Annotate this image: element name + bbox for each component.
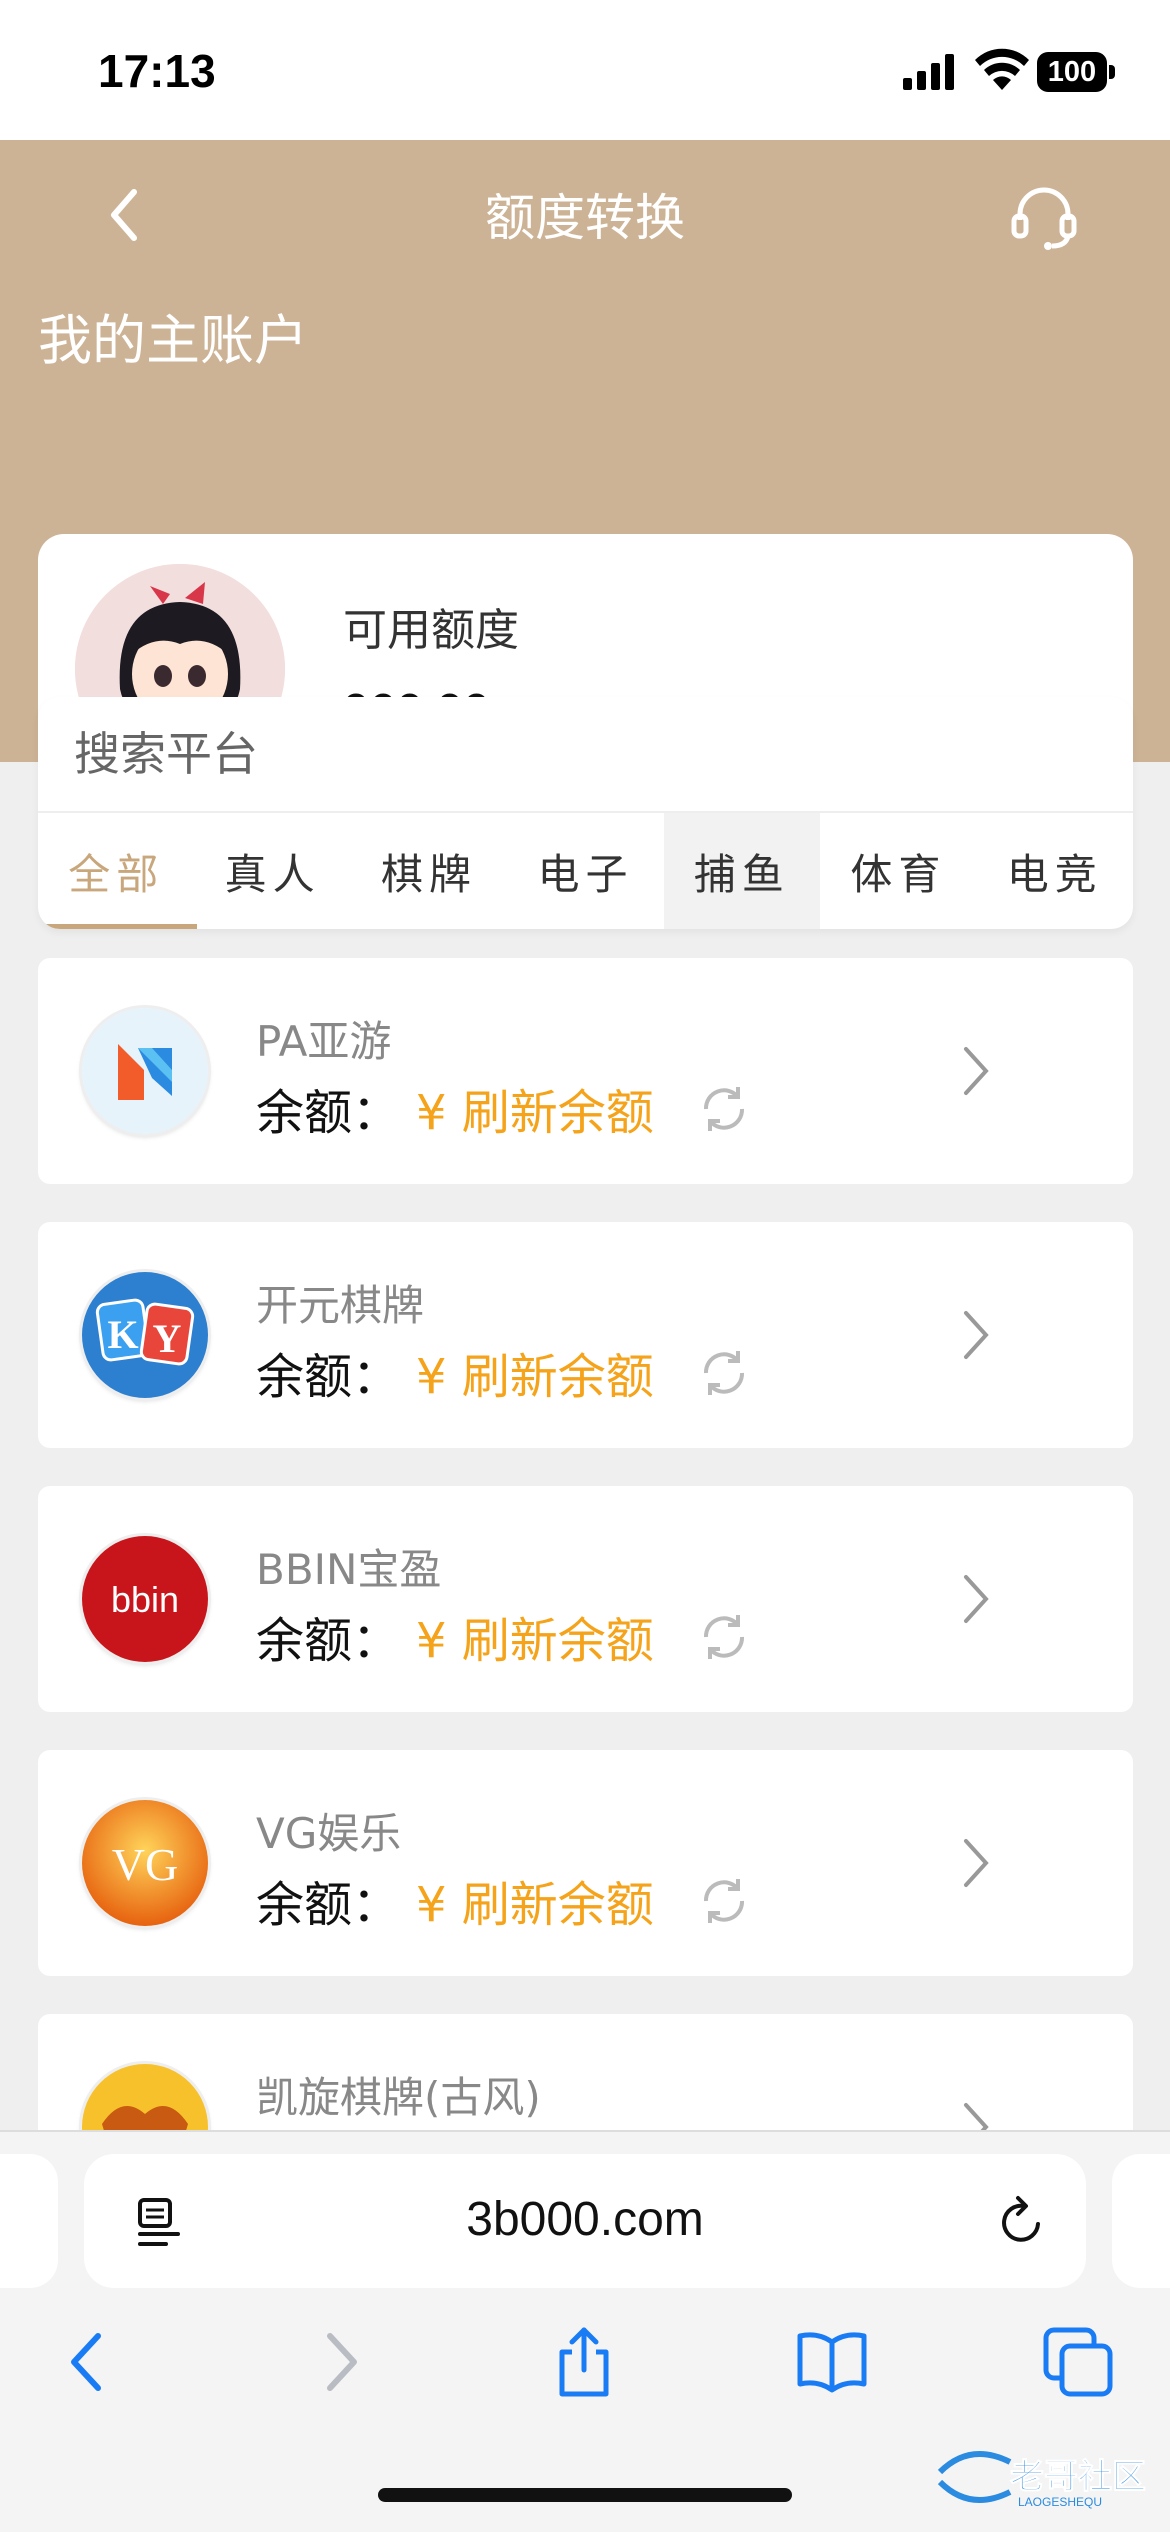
- platform-item-pa[interactable]: PA亚游 余额： ¥ 刷新余额: [38, 958, 1133, 1184]
- watermark-logo: 老哥社区 LAOGESHEQU: [937, 2451, 1147, 2509]
- platform-name: PA亚游: [256, 1017, 392, 1066]
- ky-logo-icon: K Y: [82, 1272, 208, 1398]
- bbin-logo-icon: bbin: [82, 1536, 208, 1662]
- main-account-label: 我的主账户: [38, 309, 308, 372]
- chevron-right-icon: [964, 1575, 989, 1623]
- platform-name: VG娱乐: [256, 1809, 402, 1858]
- platform-item-bbin[interactable]: bbin BBIN宝盈 余额： ¥ 刷新余额: [38, 1486, 1133, 1712]
- refresh-balance-link[interactable]: ¥ 刷新余额: [416, 1601, 654, 1671]
- search-platform-input[interactable]: [38, 697, 1133, 811]
- tab-fishing[interactable]: 捕鱼: [663, 813, 821, 929]
- address-bar[interactable]: 3b000.com: [84, 2154, 1086, 2288]
- svg-text:LAOGESHEQU: LAOGESHEQU: [1018, 2495, 1102, 2509]
- svg-text:Y: Y: [153, 1316, 182, 1361]
- reload-icon[interactable]: [994, 2194, 1050, 2250]
- status-time: 17:13: [98, 45, 216, 97]
- refresh-balance-link[interactable]: ¥ 刷新余额: [416, 1073, 654, 1143]
- refresh-icon[interactable]: [696, 1081, 752, 1137]
- tab-sports[interactable]: 体育: [820, 813, 976, 929]
- browser-forward-icon[interactable]: [304, 2326, 376, 2398]
- refresh-balance-link[interactable]: ¥ 刷新余额: [416, 1865, 654, 1935]
- next-tab-preview[interactable]: [1112, 2154, 1170, 2288]
- chevron-right-icon: [964, 1839, 989, 1887]
- svg-text:bbin: bbin: [111, 1579, 179, 1620]
- platform-item-ky[interactable]: K Y 开元棋牌 余额： ¥ 刷新余额: [38, 1222, 1133, 1448]
- wifi-icon: [975, 48, 1029, 90]
- balance-label: 余额：: [256, 1877, 401, 1933]
- tabs-icon[interactable]: [1042, 2326, 1114, 2398]
- tab-chess-cards[interactable]: 棋牌: [351, 813, 507, 929]
- balance-label: 余额：: [256, 1085, 401, 1141]
- tab-slots[interactable]: 电子: [507, 813, 663, 929]
- category-tabs: 全部 真人 棋牌 电子 捕鱼 体育 电竞: [38, 813, 1133, 929]
- tab-live[interactable]: 真人: [194, 813, 350, 929]
- platform-filter-card: 全部 真人 棋牌 电子 捕鱼 体育 电竞: [38, 697, 1133, 929]
- tab-esports[interactable]: 电竞: [977, 813, 1133, 929]
- battery-level: 100: [1037, 52, 1107, 92]
- kaixuan-logo-icon: [82, 2064, 208, 2130]
- refresh-icon[interactable]: [696, 1345, 752, 1401]
- status-bar: 17:13 100: [0, 0, 1170, 140]
- chevron-right-icon: [964, 1047, 989, 1095]
- refresh-balance-link[interactable]: ¥ 刷新余额: [416, 1337, 654, 1407]
- available-balance-label: 可用额度: [343, 605, 519, 656]
- previous-tab-preview[interactable]: [0, 2154, 58, 2288]
- platform-item-kaixuan[interactable]: 凯旋棋牌(古风): [38, 2014, 1133, 2130]
- vg-logo-icon: VG: [82, 1800, 208, 1926]
- browser-toolbar: 老哥社区 LAOGESHEQU: [0, 2302, 1170, 2532]
- page-title: 额度转换: [485, 189, 685, 247]
- refresh-icon[interactable]: [696, 1873, 752, 1929]
- platform-name: BBIN宝盈: [256, 1545, 442, 1594]
- bookmarks-icon[interactable]: [796, 2326, 868, 2398]
- platform-item-vg[interactable]: VG VG娱乐 余额： ¥ 刷新余额: [38, 1750, 1133, 1976]
- svg-text:老哥社区: 老哥社区: [1010, 2457, 1146, 2497]
- browser-address-area: 3b000.com: [0, 2130, 1170, 2302]
- balance-label: 余额：: [256, 1349, 401, 1405]
- refresh-icon[interactable]: [696, 1609, 752, 1665]
- page-header: 额度转换 我的主账户 可用额度 900.00: [0, 140, 1170, 804]
- url-text: 3b000.com: [466, 2193, 704, 2246]
- cellular-signal-icon: [903, 54, 954, 90]
- home-indicator: [378, 2488, 792, 2502]
- pa-logo-icon: [82, 1008, 208, 1134]
- chevron-right-icon: [964, 1311, 989, 1359]
- battery-icon: 100: [1037, 52, 1115, 92]
- svg-text:K: K: [107, 1312, 138, 1357]
- chevron-right-icon: [964, 2103, 989, 2130]
- svg-text:VG: VG: [112, 1839, 178, 1890]
- share-icon[interactable]: [548, 2326, 620, 2398]
- platform-name: 开元棋牌: [256, 1281, 425, 1330]
- browser-back-icon[interactable]: [52, 2326, 124, 2398]
- balance-label: 余额：: [256, 1613, 401, 1669]
- tab-all[interactable]: 全部: [38, 813, 198, 929]
- platform-name: 凯旋棋牌(古风): [256, 2073, 541, 2122]
- customer-service-headset-icon[interactable]: [1008, 180, 1080, 252]
